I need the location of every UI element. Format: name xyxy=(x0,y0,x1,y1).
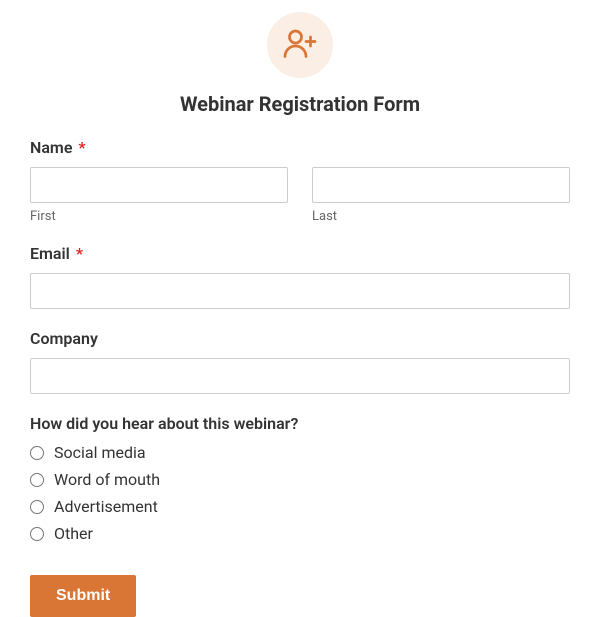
name-field-block: Name * First Last xyxy=(30,138,570,224)
email-input[interactable] xyxy=(30,273,570,309)
first-name-sublabel: First xyxy=(30,209,288,224)
header-icon-circle xyxy=(267,12,333,78)
company-input[interactable] xyxy=(30,358,570,394)
name-label: Name * xyxy=(30,138,570,157)
referral-option-label: Other xyxy=(54,524,93,543)
referral-label: How did you hear about this webinar? xyxy=(30,414,570,433)
referral-option-label: Social media xyxy=(54,443,146,462)
email-label-text: Email xyxy=(30,244,70,263)
referral-option[interactable]: Word of mouth xyxy=(30,470,570,489)
company-field-block: Company xyxy=(30,329,570,394)
referral-option[interactable]: Other xyxy=(30,524,570,543)
referral-field-block: How did you hear about this webinar? Soc… xyxy=(30,414,570,543)
referral-radio[interactable] xyxy=(30,446,44,460)
name-label-text: Name xyxy=(30,138,72,157)
user-plus-icon xyxy=(282,25,318,65)
email-field-block: Email * xyxy=(30,244,570,309)
submit-button[interactable]: Submit xyxy=(30,575,136,617)
name-required-mark: * xyxy=(78,138,85,157)
registration-form: Webinar Registration Form Name * First L… xyxy=(30,0,570,617)
email-required-mark: * xyxy=(76,244,83,263)
referral-radio[interactable] xyxy=(30,500,44,514)
email-label: Email * xyxy=(30,244,570,263)
referral-radio[interactable] xyxy=(30,473,44,487)
last-name-sublabel: Last xyxy=(312,209,570,224)
referral-option-label: Word of mouth xyxy=(54,470,160,489)
company-label: Company xyxy=(30,329,570,348)
referral-option-label: Advertisement xyxy=(54,497,158,516)
referral-option[interactable]: Social media xyxy=(30,443,570,462)
form-title: Webinar Registration Form xyxy=(30,92,570,116)
referral-radio[interactable] xyxy=(30,527,44,541)
referral-option[interactable]: Advertisement xyxy=(30,497,570,516)
last-name-input[interactable] xyxy=(312,167,570,203)
first-name-input[interactable] xyxy=(30,167,288,203)
